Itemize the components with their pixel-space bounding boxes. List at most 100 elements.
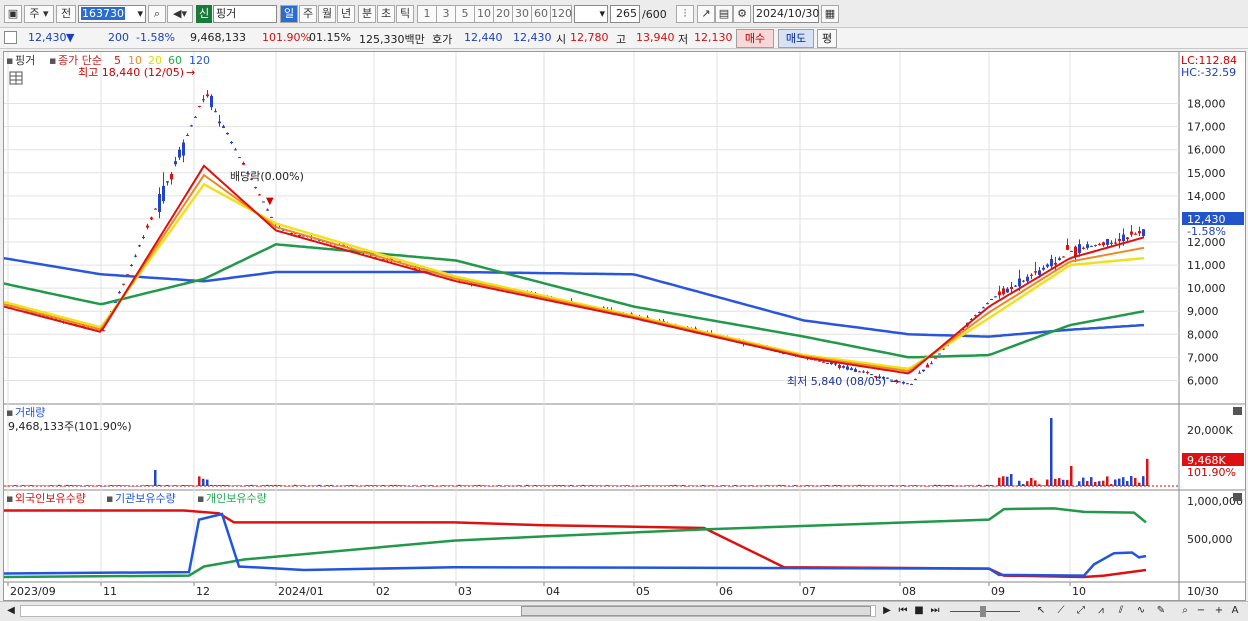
code-input[interactable]: 163730 ▾ [78, 5, 146, 23]
scroll-thumb[interactable] [521, 606, 871, 616]
zoom-in-icon[interactable]: + [1212, 604, 1226, 618]
volume-bar [1010, 474, 1013, 486]
x-tick-label: 04 [546, 585, 560, 598]
fast-forward-icon[interactable]: ⏭ [928, 604, 942, 618]
volume-bar [1122, 477, 1125, 486]
date-field[interactable]: 2024/10/30 [753, 5, 819, 23]
down-arrow-icon: ▼ [66, 31, 75, 44]
fib-tool-icon[interactable]: ⩘ [1094, 604, 1108, 618]
period-second[interactable]: 초 [377, 5, 395, 23]
interval-60[interactable]: 60 [531, 5, 551, 23]
candle-body [1014, 285, 1017, 287]
rewind-icon[interactable]: ⏮ [896, 604, 910, 618]
stop-icon[interactable]: ■ [912, 604, 926, 618]
close-icon[interactable] [1233, 407, 1242, 415]
new-badge: 신 [196, 5, 212, 23]
window-icon[interactable]: ▣ [4, 5, 22, 23]
sell-button[interactable]: 매도 [778, 29, 814, 48]
search-icon[interactable]: ⌕ [148, 5, 166, 23]
interval-5[interactable]: 5 [455, 5, 475, 23]
period-month[interactable]: 월 [318, 5, 336, 23]
calendar-icon[interactable]: ▦ [821, 5, 839, 23]
period-year[interactable]: 년 [337, 5, 355, 23]
close-icon[interactable] [1233, 493, 1242, 501]
volume-bar [1058, 478, 1061, 486]
candle-body [914, 379, 917, 381]
market-select[interactable]: 주 ▾ [24, 5, 54, 23]
wave-tool-icon[interactable]: ∿ [1134, 604, 1148, 618]
quote-checkbox[interactable] [4, 31, 17, 44]
speaker-icon[interactable]: ◀▾ [167, 5, 193, 23]
custom-interval-select[interactable]: ▾ [574, 5, 608, 23]
period-tick[interactable]: 틱 [396, 5, 414, 23]
period-minute[interactable]: 분 [358, 5, 376, 23]
interval-10[interactable]: 10 [474, 5, 494, 23]
candle-body [1138, 231, 1141, 234]
prev-button[interactable]: 전 [56, 5, 76, 23]
candle-body [1102, 242, 1105, 246]
candle-body [134, 255, 137, 257]
font-icon[interactable]: A [1228, 604, 1242, 618]
line-tool-icon[interactable]: ⟋ [1054, 604, 1068, 618]
code-value: 163730 [81, 7, 125, 20]
volume-bar [1086, 480, 1089, 486]
scroll-right-icon[interactable]: ▶ [880, 604, 894, 618]
interval-20[interactable]: 20 [493, 5, 513, 23]
chevron-down-icon[interactable]: ▾ [137, 6, 143, 22]
volume-bar [1090, 477, 1093, 486]
gear-icon[interactable]: ⚙ [733, 5, 751, 23]
interval-120[interactable]: 120 [550, 5, 572, 23]
zoom-out-icon[interactable]: − [1194, 604, 1208, 618]
turnover-pct: 01.15% [309, 31, 351, 44]
candle-body [254, 187, 257, 189]
candle-body [1046, 264, 1049, 267]
low-label: 저 [678, 33, 689, 46]
candle-body [1118, 238, 1121, 241]
interval-1[interactable]: 1 [417, 5, 437, 23]
market-label: 주 [29, 7, 40, 20]
bar-count-input[interactable]: 265 [610, 5, 640, 23]
price-y-tick: 7,000 [1187, 351, 1219, 364]
volume-bar [1070, 466, 1073, 486]
candle-body [1082, 247, 1085, 249]
pen-tool-icon[interactable]: ✎ [1154, 604, 1168, 618]
candle-body [1002, 288, 1005, 295]
period-week[interactable]: 주 [299, 5, 317, 23]
channel-tool-icon[interactable]: ⫽ [1114, 604, 1128, 618]
volume-bar [1018, 480, 1021, 486]
trend-tool-icon[interactable]: ⤢ [1074, 604, 1088, 618]
toolbar: ▣ 주 ▾ 전 163730 ▾ ⌕ ◀▾ 신 핑거 일 주 월 년 분 초 틱 … [0, 0, 1248, 28]
candle-body [1142, 229, 1145, 237]
scroll-track[interactable] [20, 605, 876, 617]
x-tick-label: 03 [458, 585, 472, 598]
candle-icon[interactable]: ⫶ [676, 5, 694, 23]
candle-body [1134, 233, 1137, 235]
x-tick-label: 08 [902, 585, 916, 598]
period-day[interactable]: 일 [280, 5, 298, 23]
candle-body [822, 361, 825, 363]
candle-body [230, 141, 233, 144]
speed-slider-handle[interactable] [980, 606, 986, 617]
candle-body [226, 132, 229, 135]
candle-body [1090, 245, 1093, 247]
interval-3[interactable]: 3 [436, 5, 456, 23]
cursor-icon[interactable]: ↖ [1034, 604, 1048, 618]
candle-body [1114, 242, 1117, 244]
x-tick-label: 02 [376, 585, 390, 598]
scroll-left-icon[interactable]: ◀ [4, 604, 18, 618]
candle-body [1094, 245, 1097, 247]
save-icon[interactable]: ▤ [715, 5, 733, 23]
foreign-holdings-label: 외국인보유수량 [15, 492, 86, 505]
candle-body [270, 216, 273, 218]
bid-label: 호가 [432, 33, 453, 46]
eval-button[interactable]: 평 [817, 29, 837, 48]
name-field[interactable]: 핑거 [213, 5, 277, 23]
interval-30[interactable]: 30 [512, 5, 532, 23]
chart-area[interactable]: 18,00017,00016,00015,00014,00013,00012,0… [3, 51, 1246, 601]
candle-body [1030, 274, 1033, 276]
candle-body [202, 99, 205, 101]
draw-icon[interactable]: ↗ [697, 5, 715, 23]
candle-body [122, 283, 125, 285]
zoom-icon[interactable]: ⌕ [1178, 604, 1192, 618]
buy-button[interactable]: 매수 [736, 29, 774, 48]
